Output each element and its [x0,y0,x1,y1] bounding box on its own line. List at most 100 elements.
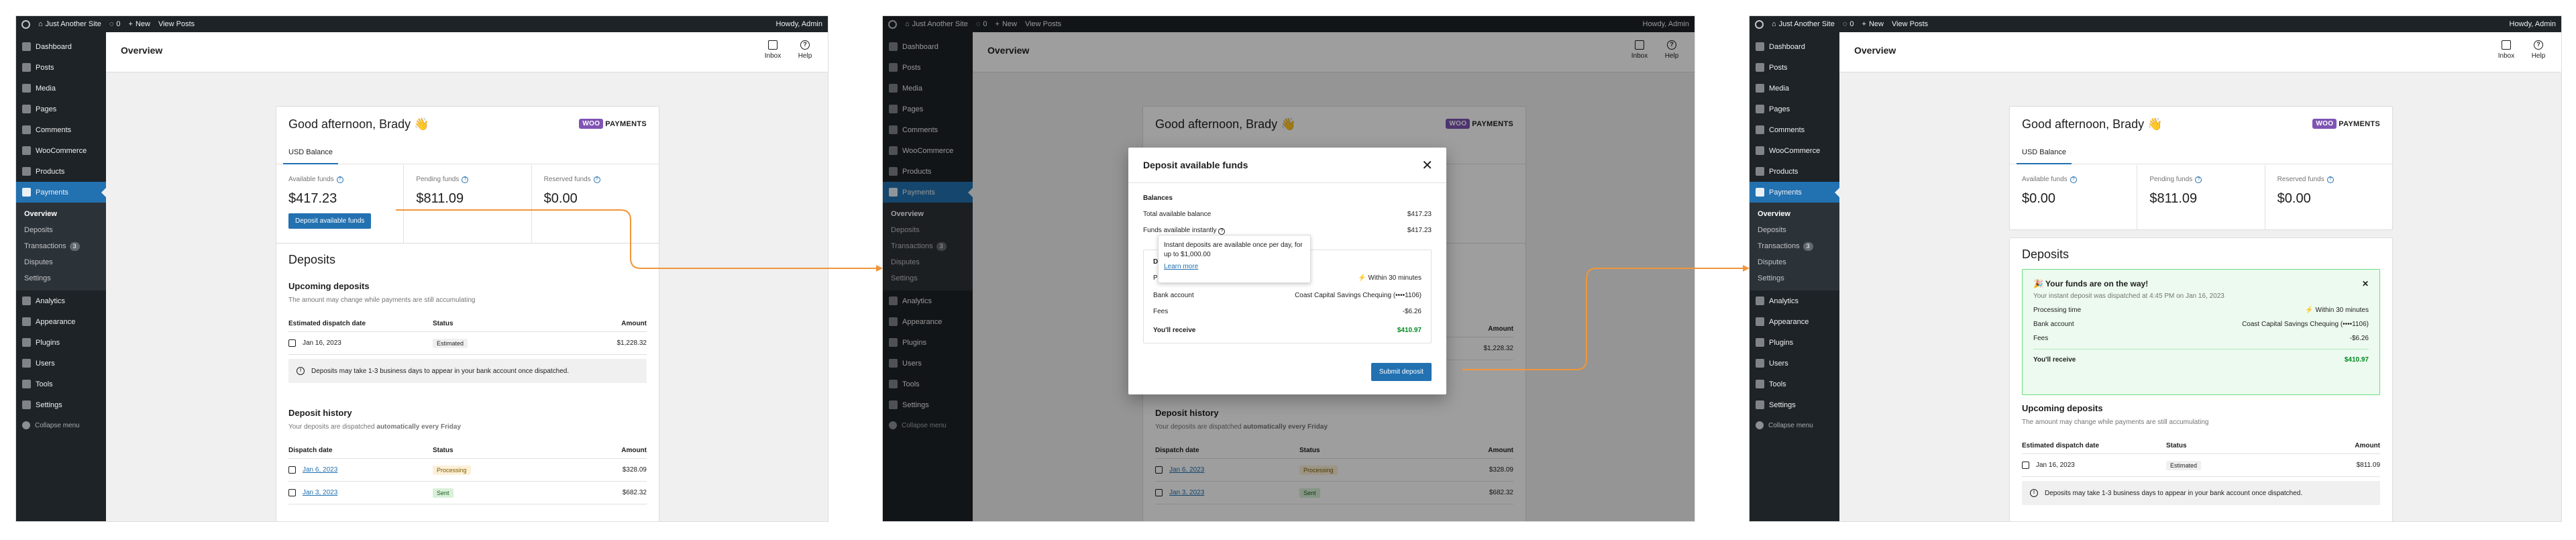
status-badge: Estimated [433,338,468,348]
funds-row: Available funds? $417.23 Deposit availab… [276,165,659,254]
status-badge: Sent [433,488,453,498]
info-tooltip-icon[interactable]: ? [2070,176,2077,183]
sidebar-item-settings[interactable]: Settings [1750,394,1839,415]
help-button[interactable]: ? Help [792,40,818,60]
dashboard-icon [22,42,31,51]
site-name-link[interactable]: ⌂ Just Another Site [1772,20,1835,28]
arrowhead-icon [876,265,883,272]
page-icon [22,105,31,113]
table-row: Jan 16, 2023Estimated$1,228.32 [288,332,647,355]
help-button[interactable]: ? Help [2525,40,2552,60]
sidebar-item-tools[interactable]: Tools [1750,374,1839,394]
close-icon[interactable]: ✕ [2362,279,2369,288]
tab-usd-balance[interactable]: USD Balance [2017,140,2072,164]
comments-link[interactable]: ◌ 0 [1843,20,1854,28]
sidebar-item-settings[interactable]: Settings [16,394,106,415]
sidebar-item-woocommerce[interactable]: WooCommerce [16,140,106,161]
sidebar-item-comments[interactable]: Comments [16,119,106,140]
info-tooltip-icon[interactable]: ? [593,176,600,183]
sidebar-item-plugins[interactable]: Plugins [16,332,106,353]
pending-funds: Pending funds? $811.09 [2137,165,2265,229]
submenu-disputes[interactable]: Disputes [1750,254,1839,270]
sidebar-item-woocommerce[interactable]: WooCommerce [1750,140,1839,161]
sidebar-item-dashboard[interactable]: Dashboard [1750,36,1839,57]
deposits-card: Deposits Upcoming deposits The amount ma… [276,243,659,521]
submenu-disputes[interactable]: Disputes [16,254,106,270]
deposit-date-link[interactable]: Jan 3, 2023 [303,489,337,496]
sidebar-item-tools[interactable]: Tools [16,374,106,394]
howdy-user[interactable]: Howdy, Admin [2510,20,2557,28]
products-icon [1756,167,1764,176]
deposit-available-funds-button[interactable]: Deposit available funds [288,213,372,229]
payments-submenu: Overview Deposits Transactions 3 Disputes… [1750,203,1839,290]
sidebar-item-appearance[interactable]: Appearance [16,311,106,332]
submit-deposit-button[interactable]: Submit deposit [1371,363,1432,381]
inbox-button[interactable]: Inbox [2493,40,2520,60]
new-content-link[interactable]: + New [1862,20,1884,28]
sidebar-item-pages[interactable]: Pages [1750,99,1839,119]
submenu-settings[interactable]: Settings [1750,270,1839,286]
sidebar-item-payments[interactable]: Payments [1750,182,1839,203]
media-icon [1756,84,1764,93]
submenu-transactions[interactable]: Transactions 3 [16,238,106,254]
site-name-link[interactable]: ⌂ Just Another Site [38,20,101,28]
submenu-settings[interactable]: Settings [16,270,106,286]
deposit-date-link[interactable]: Jan 6, 2023 [303,466,337,474]
sidebar-item-analytics[interactable]: Analytics [16,290,106,311]
wordpress-icon[interactable] [1755,19,1764,29]
deposit-modal: Deposit available funds ✕ Balances Total… [1128,148,1446,394]
howdy-user[interactable]: Howdy, Admin [776,20,823,28]
info-tooltip-icon[interactable]: ? [2326,176,2334,183]
collapse-icon [22,421,30,429]
wordpress-icon[interactable] [21,19,30,29]
tab-usd-balance[interactable]: USD Balance [283,140,339,164]
collapse-menu-button[interactable]: Collapse menu [16,415,106,435]
home-icon: ⌂ [1772,20,1776,28]
info-tooltip-icon[interactable]: ? [1218,228,1226,235]
page-header: Overview Inbox ? Help [106,32,828,72]
sidebar-item-analytics[interactable]: Analytics [1750,290,1839,311]
sidebar-item-media[interactable]: Media [1750,78,1839,99]
brush-icon [22,317,31,326]
inbox-button[interactable]: Inbox [759,40,786,60]
collapse-menu-button[interactable]: Collapse menu [1750,415,1839,435]
sidebar-item-payments[interactable]: Payments [16,182,106,203]
pending-amount: $811.09 [2149,191,2198,206]
pin-icon [1756,63,1764,72]
sidebar-item-media[interactable]: Media [16,78,106,99]
instant-deposit-tooltip: Instant deposits are available once per … [1158,235,1311,283]
sidebar-item-comments[interactable]: Comments [1750,119,1839,140]
sidebar-item-posts[interactable]: Posts [16,57,106,78]
view-posts-link[interactable]: View Posts [1892,20,1928,28]
comment-icon [22,125,31,134]
reserved-funds: Reserved funds? $0.00 [2265,165,2392,229]
sidebar-item-products[interactable]: Products [1750,161,1839,182]
sidebar-item-users[interactable]: Users [16,353,106,374]
sidebar-item-products[interactable]: Products [16,161,106,182]
sidebar-item-pages[interactable]: Pages [16,99,106,119]
info-tooltip-icon[interactable]: ? [462,176,469,183]
greeting: Good afternoon, Brady 👋 [2022,117,2163,131]
info-tooltip-icon[interactable]: ? [336,176,343,183]
submenu-deposits[interactable]: Deposits [1750,222,1839,238]
info-tooltip-icon[interactable]: ? [2195,176,2202,183]
deposits-card: Deposits 🎉 Your funds are on the way! ✕ Y… [2009,237,2393,521]
calendar-icon [2022,462,2029,469]
learn-more-link[interactable]: Learn more [1164,262,1305,272]
view-posts-link[interactable]: View Posts [158,20,195,28]
calendar-icon [288,339,296,347]
comments-link[interactable]: ◌ 0 [109,20,121,28]
sidebar-item-plugins[interactable]: Plugins [1750,332,1839,353]
sidebar-item-posts[interactable]: Posts [1750,57,1839,78]
sidebar-item-appearance[interactable]: Appearance [1750,311,1839,332]
submenu-deposits[interactable]: Deposits [16,222,106,238]
submenu-overview[interactable]: Overview [16,206,106,222]
close-icon[interactable]: ✕ [1421,157,1433,174]
submenu-overview[interactable]: Overview [1750,206,1839,222]
submenu-transactions[interactable]: Transactions 3 [1750,238,1839,254]
brush-icon [1756,317,1764,326]
new-content-link[interactable]: + New [129,20,150,28]
sidebar-item-dashboard[interactable]: Dashboard [16,36,106,57]
greeting: Good afternoon, Brady 👋 [288,117,429,131]
sidebar-item-users[interactable]: Users [1750,353,1839,374]
